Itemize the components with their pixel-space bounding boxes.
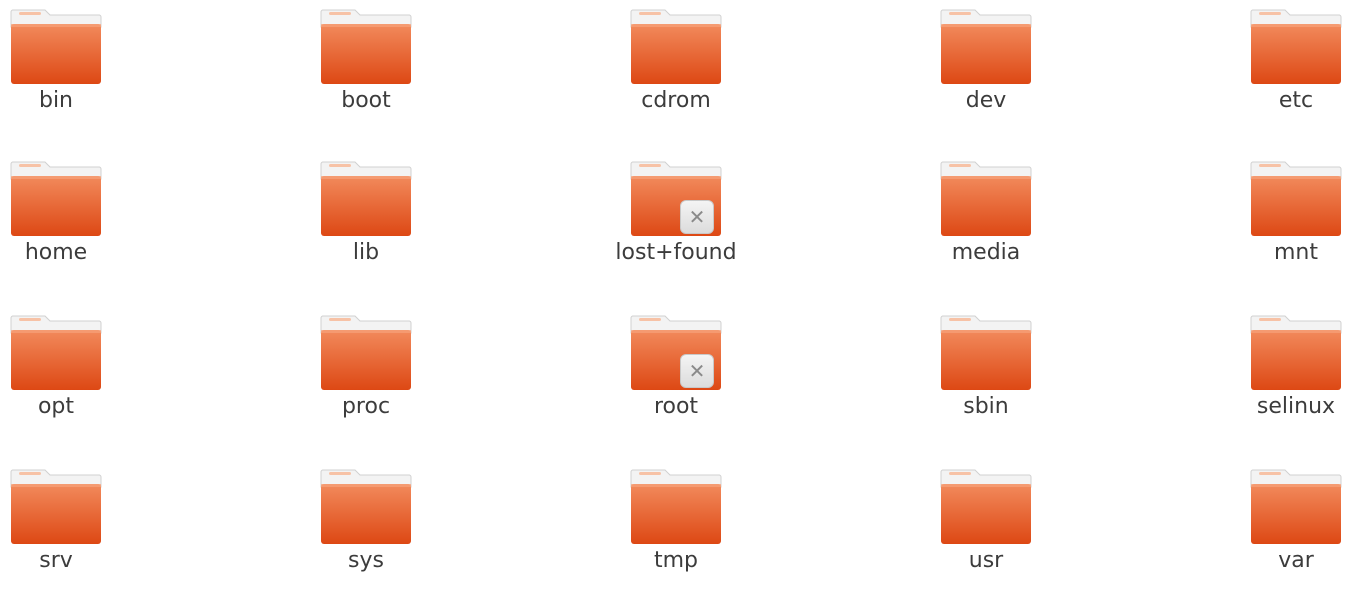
folder-icon[interactable] <box>630 6 722 86</box>
folder-icon[interactable] <box>1250 466 1342 546</box>
folder-icon[interactable] <box>940 158 1032 238</box>
folder-label[interactable]: lib <box>276 242 456 264</box>
folder-icon[interactable] <box>1250 6 1342 86</box>
folder-item[interactable]: dev <box>896 6 1076 146</box>
folder-item[interactable]: opt <box>0 312 146 452</box>
folder-icon[interactable] <box>10 158 102 238</box>
folder-item[interactable]: cdrom <box>586 6 766 146</box>
folder-label[interactable]: var <box>1206 550 1351 572</box>
folder-label[interactable]: etc <box>1206 90 1351 112</box>
folder-item[interactable]: selinux <box>1206 312 1351 452</box>
folder-item[interactable]: sys <box>276 466 456 606</box>
folder-label[interactable]: dev <box>896 90 1076 112</box>
folder-label[interactable]: opt <box>0 396 146 418</box>
folder-label[interactable]: proc <box>276 396 456 418</box>
folder-label[interactable]: usr <box>896 550 1076 572</box>
folder-label[interactable]: tmp <box>586 550 766 572</box>
folder-label[interactable]: sys <box>276 550 456 572</box>
folder-icon[interactable] <box>940 6 1032 86</box>
folder-item[interactable]: usr <box>896 466 1076 606</box>
folder-label[interactable]: sbin <box>896 396 1076 418</box>
folder-label[interactable]: root <box>586 396 766 418</box>
folder-icon[interactable] <box>10 466 102 546</box>
folder-item[interactable]: ✕ lost+found <box>586 158 766 298</box>
folder-icon[interactable] <box>320 158 412 238</box>
unreadable-emblem-icon: ✕ <box>680 354 714 388</box>
folder-icon[interactable] <box>1250 158 1342 238</box>
folder-label[interactable]: mnt <box>1206 242 1351 264</box>
folder-grid: bin boot cdrom dev etc home lib ✕ lost+found medi… <box>0 0 1351 583</box>
folder-label[interactable]: bin <box>0 90 146 112</box>
folder-icon[interactable] <box>940 312 1032 392</box>
folder-item[interactable]: bin <box>0 6 146 146</box>
folder-item[interactable]: lib <box>276 158 456 298</box>
folder-label[interactable]: lost+found <box>586 242 766 264</box>
folder-item[interactable]: home <box>0 158 146 298</box>
folder-item[interactable]: sbin <box>896 312 1076 452</box>
folder-icon[interactable] <box>320 466 412 546</box>
folder-item[interactable]: boot <box>276 6 456 146</box>
folder-icon[interactable] <box>940 466 1032 546</box>
folder-item[interactable]: srv <box>0 466 146 606</box>
folder-icon[interactable] <box>320 6 412 86</box>
folder-item[interactable]: media <box>896 158 1076 298</box>
folder-label[interactable]: home <box>0 242 146 264</box>
folder-item[interactable]: tmp <box>586 466 766 606</box>
folder-icon[interactable] <box>320 312 412 392</box>
folder-item[interactable]: var <box>1206 466 1351 606</box>
folder-icon[interactable] <box>1250 312 1342 392</box>
folder-label[interactable]: cdrom <box>586 90 766 112</box>
folder-icon[interactable] <box>10 312 102 392</box>
folder-item[interactable]: etc <box>1206 6 1351 146</box>
unreadable-emblem-icon: ✕ <box>680 200 714 234</box>
folder-item[interactable]: mnt <box>1206 158 1351 298</box>
folder-icon[interactable] <box>630 466 722 546</box>
folder-label[interactable]: selinux <box>1206 396 1351 418</box>
folder-item[interactable]: ✕ root <box>586 312 766 452</box>
folder-label[interactable]: boot <box>276 90 456 112</box>
folder-label[interactable]: srv <box>0 550 146 572</box>
folder-icon[interactable] <box>10 6 102 86</box>
folder-item[interactable]: proc <box>276 312 456 452</box>
folder-label[interactable]: media <box>896 242 1076 264</box>
